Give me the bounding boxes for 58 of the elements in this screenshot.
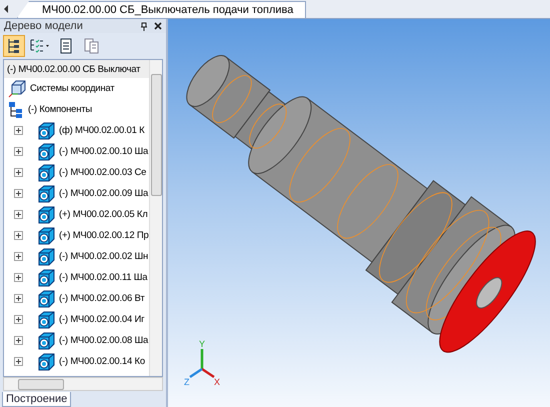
tree-item[interactable]: (-) МЧ00.02.00.09 Ша bbox=[59, 188, 148, 199]
coordinate-cube-icon bbox=[8, 80, 26, 98]
tree-item[interactable]: (-) МЧ00.02.00.08 Ша bbox=[59, 335, 148, 346]
x-axis-label: X bbox=[214, 377, 220, 387]
tree-root-item[interactable]: (-) МЧ00.02.00.00 СБ Выключат bbox=[4, 60, 149, 78]
expand-toggle[interactable] bbox=[14, 315, 23, 324]
toolbar-button[interactable] bbox=[3, 35, 25, 57]
part-cube-icon bbox=[37, 248, 55, 266]
expand-toggle[interactable] bbox=[14, 126, 23, 135]
scroll-left-icon[interactable] bbox=[3, 4, 9, 14]
close-icon[interactable] bbox=[154, 22, 162, 30]
vertical-scrollbar[interactable] bbox=[149, 60, 162, 376]
expand-toggle[interactable] bbox=[14, 336, 23, 345]
tree-item[interactable]: (-) МЧ00.02.00.14 Ко bbox=[59, 356, 145, 367]
expand-toggle[interactable] bbox=[14, 252, 23, 261]
panel-title: Дерево модели bbox=[4, 20, 83, 32]
document-tab[interactable]: МЧ00.02.00.00 СБ_Выключатель подачи топлива bbox=[17, 1, 306, 18]
part-cube-icon bbox=[37, 352, 55, 370]
tree-item[interactable]: (+) МЧ00.02.00.12 Пр bbox=[59, 230, 149, 241]
horizontal-scrollbar[interactable] bbox=[3, 377, 163, 391]
part-cube-icon bbox=[37, 290, 55, 308]
part-cube-icon bbox=[37, 332, 55, 350]
tree-item[interactable]: (-) МЧ00.02.00.02 Шн bbox=[59, 251, 148, 262]
components-tree-icon bbox=[8, 100, 24, 118]
tree-item[interactable]: (+) МЧ00.02.00.05 Кл bbox=[59, 209, 148, 220]
part-cube-icon bbox=[37, 206, 55, 224]
pin-icon[interactable] bbox=[140, 22, 148, 30]
part-cube-icon bbox=[37, 122, 55, 140]
expand-toggle[interactable] bbox=[14, 231, 23, 240]
tree-structure-icon bbox=[7, 38, 21, 54]
part-cube-icon bbox=[37, 226, 55, 244]
expand-toggle[interactable] bbox=[14, 294, 23, 303]
part-cube-icon bbox=[37, 164, 55, 182]
tree-item[interactable]: (-) МЧ00.02.00.03 Се bbox=[59, 167, 146, 178]
expand-toggle[interactable] bbox=[14, 168, 23, 177]
tree-item[interactable]: (-) МЧ00.02.00.04 Иг bbox=[59, 314, 144, 325]
checklist-dropdown-icon bbox=[30, 38, 50, 54]
part-cube-icon bbox=[37, 184, 55, 202]
expand-toggle[interactable] bbox=[14, 210, 23, 219]
tree-item[interactable]: Системы координат bbox=[30, 83, 114, 94]
document-icon bbox=[60, 38, 72, 54]
part-cube-icon bbox=[37, 142, 55, 160]
panel-tab[interactable]: Построение bbox=[2, 392, 72, 407]
axis-triad-drawing bbox=[189, 349, 215, 378]
z-axis-label: Z bbox=[184, 377, 190, 387]
tree-item[interactable]: (-) МЧ00.02.00.06 Вт bbox=[59, 293, 144, 304]
y-axis-label: Y bbox=[199, 339, 206, 349]
part-cube-icon bbox=[37, 310, 55, 328]
tree-item[interactable]: (-) МЧ00.02.00.10 Ша bbox=[59, 146, 148, 157]
expand-toggle[interactable] bbox=[14, 147, 23, 156]
part-cube-icon bbox=[37, 268, 55, 286]
tree-item[interactable]: (-) МЧ00.02.00.11 Ша bbox=[59, 272, 148, 283]
expand-toggle[interactable] bbox=[14, 357, 23, 366]
tree-item[interactable]: (ф) МЧ00.02.00.01 К bbox=[59, 125, 144, 136]
expand-toggle[interactable] bbox=[14, 273, 23, 282]
expand-toggle[interactable] bbox=[14, 189, 23, 198]
tree-item[interactable]: (-) Компоненты bbox=[28, 104, 92, 115]
documents-icon bbox=[84, 38, 100, 54]
